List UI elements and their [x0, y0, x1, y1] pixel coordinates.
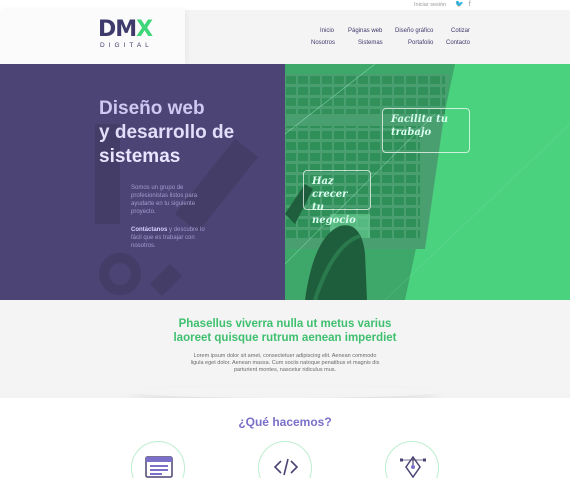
nav-item-nosotros[interactable]: Nosotros: [311, 40, 335, 46]
hero-title-line-1: Diseño web: [99, 98, 205, 119]
browser-window-icon: [145, 456, 173, 478]
nav-item-inicio[interactable]: Inicio: [320, 28, 334, 34]
intro-shadow: [130, 386, 440, 398]
bubble-2-text: Haz crecer tu negocio: [312, 176, 356, 226]
nav-item-portafolio[interactable]: Portafolio: [408, 40, 433, 46]
services-section: ¿Qué hacemos?: [0, 398, 570, 478]
logo-container: DMX DIGITAL: [0, 10, 185, 64]
nav-item-diseno-grafico[interactable]: Diseño gráfico: [395, 28, 433, 34]
nav-item-cotizar[interactable]: Cotizar: [451, 28, 470, 34]
logo[interactable]: DMX DIGITAL: [98, 17, 153, 50]
logo-text: DM: [98, 17, 137, 42]
twitter-icon[interactable]: 🐦: [455, 1, 464, 9]
hero-title-line-2: y desarrollo de: [99, 122, 235, 143]
speech-bubble-2: Haz crecer tu negocio: [303, 170, 371, 226]
code-icon: [273, 458, 299, 476]
intro-title-line-2: laoreet quisque rutrum aenean imperdiet: [173, 332, 397, 344]
logo-x: X: [136, 17, 153, 42]
intro-title: Phasellus viverra nulla ut metus varius …: [0, 317, 570, 345]
logo-subtitle: DIGITAL: [100, 42, 153, 49]
site-header: DMX DIGITAL Inicio Páginas web Diseño gr…: [0, 10, 570, 64]
hero-description: Somos un grupo de profesionistas listos …: [131, 185, 198, 215]
service-graphic-design[interactable]: [385, 441, 439, 478]
social-links: 🐦 f: [455, 1, 471, 9]
service-systems[interactable]: [258, 441, 312, 478]
main-nav: Inicio Páginas web Diseño gráfico Cotiza…: [300, 27, 480, 57]
intro-section: Phasellus viverra nulla ut metus varius …: [0, 300, 570, 393]
hero-banner: Diseño web y desarrollo de sistemas Somo…: [0, 64, 570, 300]
intro-text: Lorem ipsum dolor sit amet, consectetuer…: [190, 353, 380, 373]
nav-item-paginas-web[interactable]: Páginas web: [348, 28, 382, 34]
login-link[interactable]: Iniciar sesión: [414, 2, 446, 8]
services-title: ¿Qué hacemos?: [238, 415, 332, 429]
hero-title: Diseño web y desarrollo de sistemas: [99, 97, 234, 169]
bubble-1-text: Facilita tu trabajo: [391, 114, 448, 138]
top-utility-bar: Iniciar sesión 🐦 f: [0, 0, 570, 10]
service-web-design[interactable]: [131, 441, 185, 478]
nav-item-sistemas[interactable]: Sistemas: [358, 40, 383, 46]
speech-bubble-1: Facilita tu trabajo: [382, 108, 470, 153]
hero-cta-text: Contáctanos y descubre lo fácil que es t…: [131, 226, 211, 250]
facebook-icon[interactable]: f: [469, 1, 471, 9]
pen-tool-icon: [400, 455, 426, 478]
page: Iniciar sesión 🐦 f DMX DIGITAL Inicio Pá…: [0, 0, 570, 478]
nav-item-contacto[interactable]: Contacto: [446, 40, 470, 46]
hero-title-line-3: sistemas: [99, 146, 181, 167]
intro-title-line-1: Phasellus viverra nulla ut metus varius: [178, 318, 392, 330]
contact-link[interactable]: Contáctanos: [131, 227, 167, 233]
